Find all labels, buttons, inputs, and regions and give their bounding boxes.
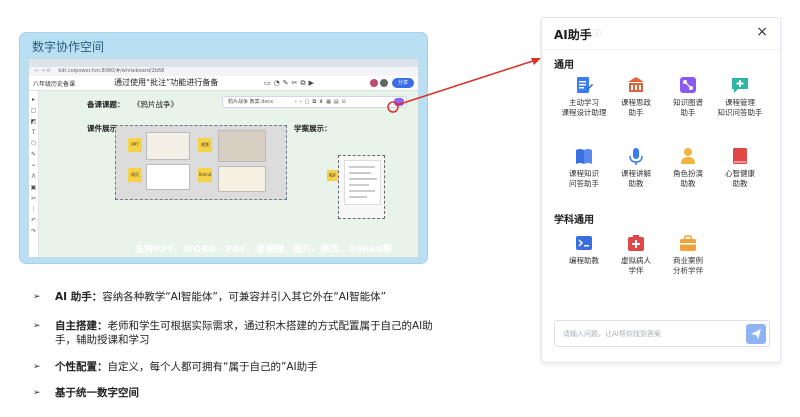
panel-title: AI助手 <box>554 28 592 42</box>
lesson-label: 备课课题： <box>87 100 125 109</box>
panel-header: AI助手 ⓘ × <box>542 18 780 48</box>
ai-tool-programming[interactable]: 编程助教 <box>556 233 612 266</box>
support-caption: 支持PPT、WORD、PDF、音视频、图片、网页、Xmind等 <box>135 245 393 255</box>
ai-tool-label: 课程思政 助手 <box>621 98 651 117</box>
ai-tool-business-case[interactable]: 商业案例 分析学伴 <box>660 233 716 276</box>
ai-tool-label: 课程讲解 助教 <box>621 169 651 188</box>
ai-tool-lecture[interactable]: 课程讲解 助教 <box>608 146 664 189</box>
terminal-icon <box>576 236 592 250</box>
courseware-board[interactable]: PPT 视频 网页 Xmind <box>115 125 287 200</box>
bullet-marker-icon: ➢ <box>33 321 41 331</box>
tool-sidebar[interactable]: ▸ ▢ ◩ T ⬡ ✎ ⌁ Λ ▣ ✂ ⋮ ↶ ↷ <box>29 91 39 257</box>
sticky-note[interactable]: PDF <box>327 170 338 181</box>
input-placeholder: 请输入问题，让AI帮你找到答案 <box>563 330 661 338</box>
collab-space-card: 数字协作空间 ← → ⟳ kdt.coipower.fun:8080/#/whi… <box>20 33 427 263</box>
float-toolbar-icons[interactable]: ‹›▢⧉⬇▦▤⊙ <box>295 99 349 105</box>
ai-tool-label: 虚拟病人 学伴 <box>621 256 651 275</box>
bullet-text: 自定义，每个人都可拥有“属于自己的”AI助手 <box>107 361 318 373</box>
medical-icon <box>628 235 644 251</box>
divider <box>542 49 780 50</box>
sticky-note[interactable]: 网页 <box>128 168 142 182</box>
slide-thumb[interactable] <box>146 164 190 190</box>
ai-tool-mental-health[interactable]: 心智健康 助教 <box>712 146 768 189</box>
plan-label: 学案展示： <box>294 124 332 133</box>
ai-tool-knowledge-graph[interactable]: 知识图谱 助手 <box>660 75 716 118</box>
ai-tool-course-qa[interactable]: 课程管理 知识问答助手 <box>712 75 768 118</box>
mindmap-thumb[interactable] <box>218 166 266 192</box>
ai-tool-label: 课程管理 知识问答助手 <box>717 98 763 117</box>
ai-assistant-panel: AI助手 ⓘ × 通用 主动学习 课程设计助理 课程思政 助手 知识图谱 助手 … <box>541 17 781 363</box>
nav-arrows-icon[interactable]: ← → ⟳ <box>35 68 51 74</box>
chat-plus-icon <box>732 78 748 93</box>
section-subject: 学科通用 <box>554 215 594 226</box>
browser-window: ← → ⟳ kdt.coipower.fun:8080/#/whiteboard… <box>28 58 419 258</box>
briefcase-icon <box>680 235 696 251</box>
ai-tool-roleplay[interactable]: 角色扮演 助教 <box>660 146 716 189</box>
sticky-note[interactable]: PPT <box>128 138 142 152</box>
ai-tool-label: 课程知识 问答助手 <box>569 169 599 188</box>
close-icon[interactable]: × <box>756 24 768 40</box>
app-toolbar: 八年级历史备课 通过使用“批注”功能进行备备 ▭◔✎✂⧉▶ 分享 <box>29 76 418 91</box>
slide-thumb[interactable] <box>146 132 190 160</box>
doc-page[interactable] <box>344 160 381 205</box>
person-icon <box>681 148 695 164</box>
ai-tool-knowledge-qa[interactable]: 课程知识 问答助手 <box>556 146 612 189</box>
address-bar[interactable]: ← → ⟳ kdt.coipower.fun:8080/#/whiteboard… <box>29 67 418 76</box>
send-icon <box>751 329 761 339</box>
doc-name[interactable]: 八年级历史备课 <box>33 79 75 88</box>
browser-tabs <box>29 59 418 67</box>
question-input[interactable]: 请输入问题，让AI帮你找到答案 <box>554 320 770 347</box>
avatar[interactable] <box>380 79 388 87</box>
bullet-marker-icon: ➢ <box>33 292 41 302</box>
section-general: 通用 <box>554 60 574 71</box>
floating-doc-toolbar[interactable]: 鸦片战争 教案.docx ‹›▢⧉⬇▦▤⊙ <box>222 96 407 108</box>
bullet-bold: 基于统一数字空间 <box>55 387 139 399</box>
ai-tool-ideology[interactable]: 课程思政 助手 <box>608 75 664 118</box>
send-button[interactable] <box>746 324 766 344</box>
card-title: 数字协作空间 <box>32 40 105 54</box>
bullet-text: 老师和学生可根据实际需求，通过积木搭建的方式配置属于自己的AI助手，辅助授课和学… <box>55 320 433 346</box>
ai-tool-label: 知识图谱 助手 <box>673 98 703 117</box>
graph-icon <box>680 77 696 93</box>
info-icon[interactable]: ⓘ <box>593 28 601 39</box>
ai-tool-label: 编程助教 <box>569 256 599 265</box>
ai-tool-active-learning[interactable]: 主动学习 课程设计助理 <box>556 75 612 118</box>
ai-tool-virtual-patient[interactable]: 虚拟病人 学伴 <box>608 233 664 276</box>
heart-book-icon <box>733 148 747 164</box>
sticky-note[interactable]: 视频 <box>198 138 212 152</box>
share-button[interactable]: 分享 <box>392 78 414 88</box>
avatar[interactable] <box>370 79 378 87</box>
book-icon <box>576 149 592 164</box>
ai-tool-label: 角色扮演 助教 <box>673 169 703 188</box>
bullet-text: 容纳各种教学“AI智能体”，可兼容并引入其它外在“AI智能体” <box>102 291 387 303</box>
address-text: kdt.coipower.fun:8080/#/whiteboard/2b68 <box>58 68 165 74</box>
doc-edit-icon <box>577 77 593 93</box>
bullet-bold: 自主搭建： <box>55 320 108 332</box>
ai-tool-label: 心智健康 助教 <box>725 169 755 188</box>
float-doc-name: 鸦片战争 教案.docx <box>228 99 274 105</box>
bullet-bold: AI 助手： <box>55 291 103 303</box>
sticky-note[interactable]: Xmind <box>198 168 212 182</box>
slide-root: 数字协作空间 ← → ⟳ kdt.coipower.fun:8080/#/whi… <box>0 0 800 417</box>
bullet-marker-icon: ➢ <box>33 362 41 372</box>
toolbar-hint: 通过使用“批注”功能进行备备 <box>114 78 219 87</box>
image-thumb[interactable] <box>218 130 266 162</box>
ai-tool-label: 商业案例 分析学伴 <box>673 256 703 275</box>
bullet-bold: 个性配置： <box>55 361 108 373</box>
mic-icon <box>629 148 643 165</box>
bullet-marker-icon: ➢ <box>33 388 41 398</box>
toolbar-icons[interactable]: ▭◔✎✂⧉▶ <box>264 79 317 88</box>
ai-tool-label: 主动学习 课程设计助理 <box>561 98 607 117</box>
building-icon <box>628 77 644 92</box>
ai-pen-icon[interactable] <box>394 98 404 106</box>
plan-doc-board[interactable]: PDF <box>327 155 385 219</box>
lesson-title: 《鸦片战争》 <box>133 100 178 109</box>
